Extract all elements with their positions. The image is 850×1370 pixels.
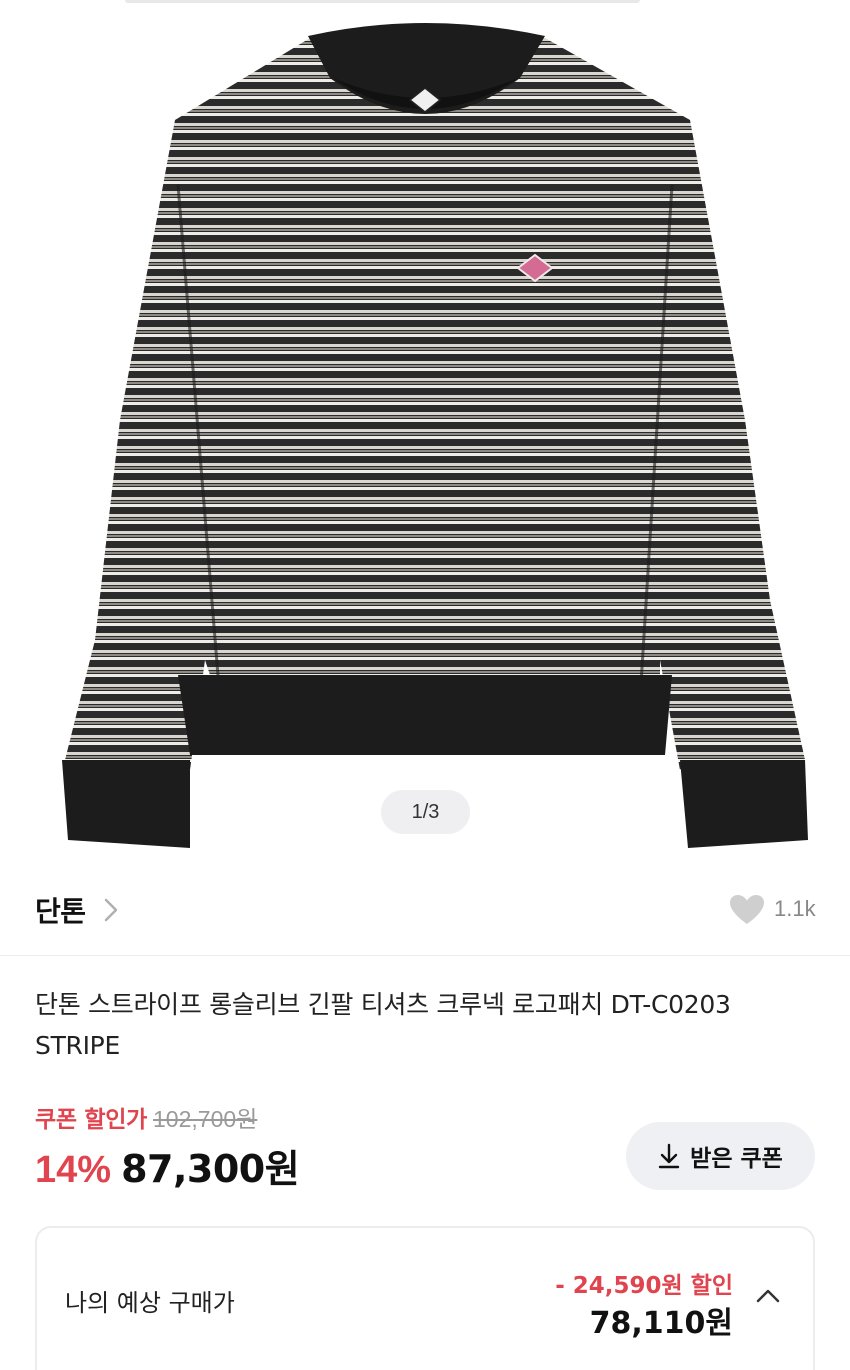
discount-rate: 14%	[35, 1149, 112, 1191]
download-icon	[658, 1143, 680, 1169]
received-coupon-label: 받은 쿠폰	[690, 1146, 783, 1172]
product-title: 단톤 스트라이프 롱슬리브 긴팔 티셔츠 크루넥 로고패치 DT-C0203 S…	[35, 990, 731, 1060]
like-count: 1.1k	[774, 896, 816, 921]
estimated-price: 78,110원	[589, 1306, 733, 1341]
coupon-price-row: 쿠폰 할인가 102,700원	[35, 1100, 257, 1134]
brand-name[interactable]: 단톤	[35, 890, 86, 930]
estimated-price-box[interactable]: 나의 예상 구매가 - 24,590원 할인 78,110원	[35, 1226, 815, 1370]
received-coupon-button[interactable]: 받은 쿠폰	[626, 1122, 815, 1190]
product-image-gallery[interactable]: 1/3	[0, 0, 850, 860]
estimated-discount: - 24,590원 할인	[555, 1273, 733, 1299]
estimated-price-label: 나의 예상 구매가	[65, 1289, 235, 1317]
chevron-up-icon[interactable]	[755, 1288, 781, 1304]
price-row: 14% 87,300원	[35, 1138, 300, 1191]
divider	[0, 955, 850, 956]
original-price: 102,700원	[153, 1106, 258, 1132]
image-counter: 1/3	[381, 790, 470, 834]
product-image	[62, 23, 808, 848]
sale-price: 87,300원	[121, 1147, 300, 1191]
chevron-right-icon[interactable]	[102, 896, 120, 924]
brand-row: 단톤 1.1k	[0, 870, 850, 950]
heart-icon[interactable]	[729, 894, 765, 926]
coupon-price-label: 쿠폰 할인가	[35, 1107, 148, 1133]
